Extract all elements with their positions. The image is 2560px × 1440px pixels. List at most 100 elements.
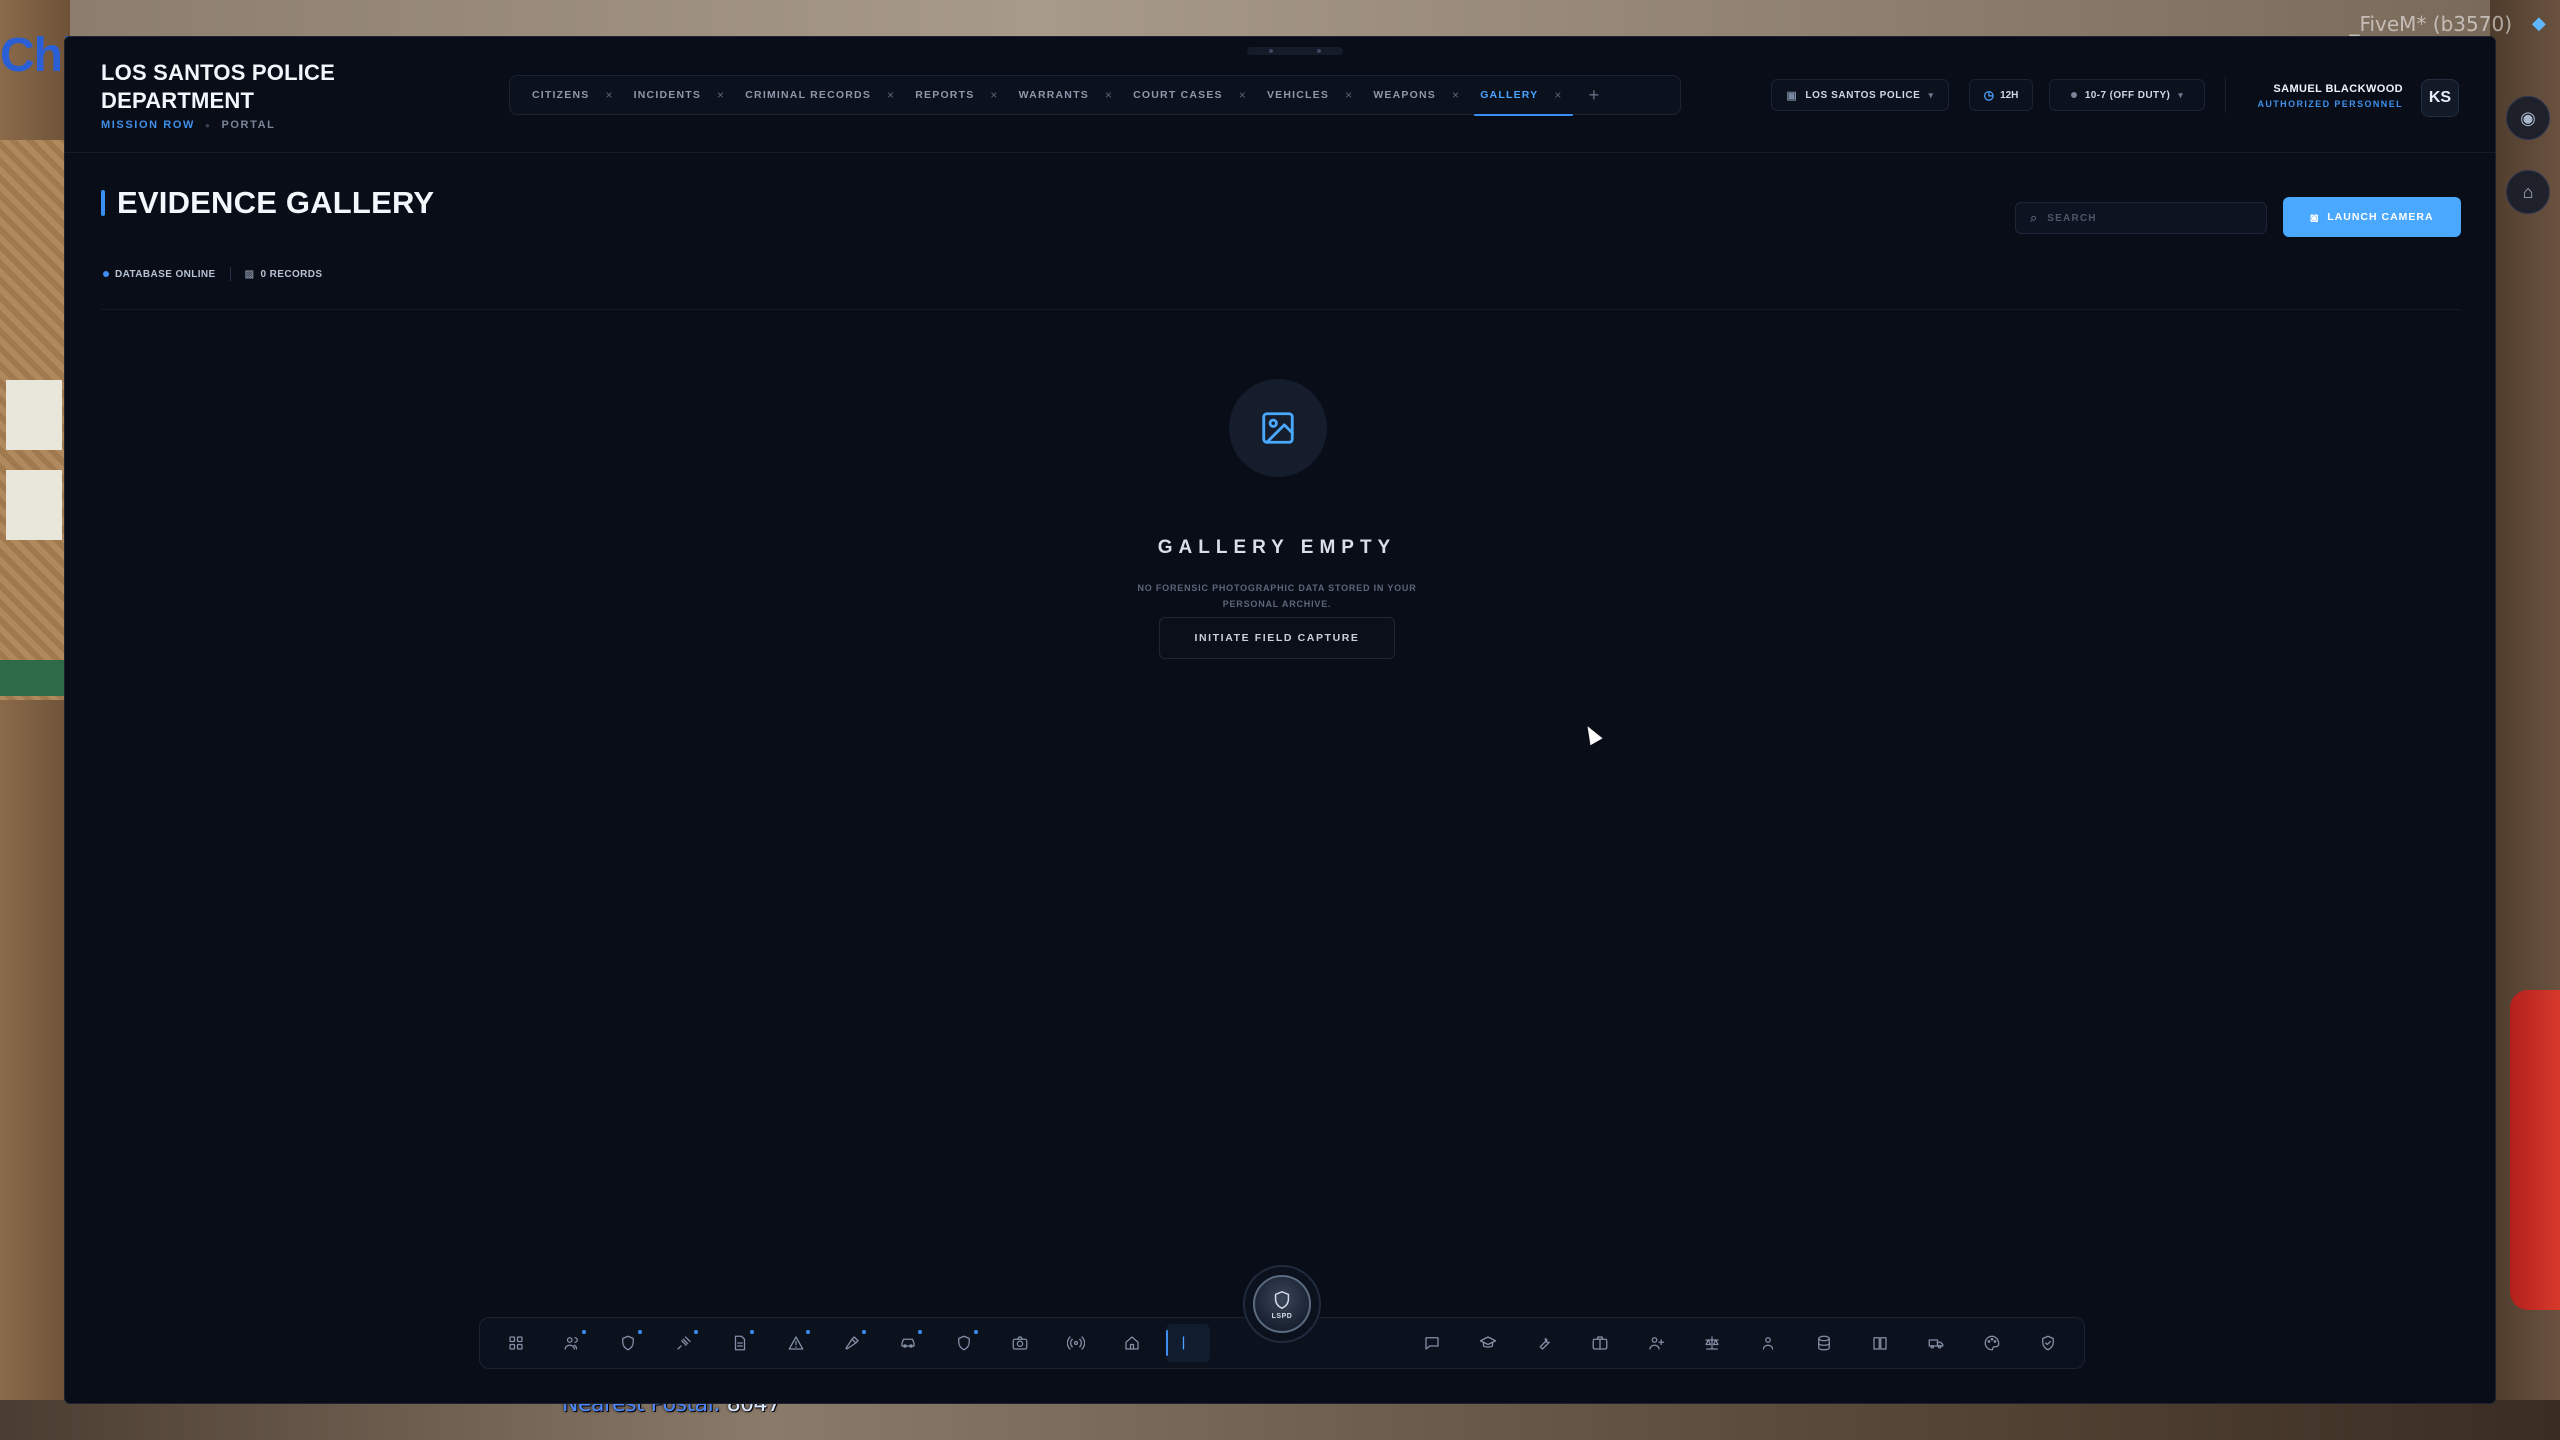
background-paper (6, 470, 62, 540)
close-icon[interactable]: × (1345, 88, 1353, 102)
notification-dot (974, 1330, 978, 1334)
dock-group-button[interactable] (1746, 1324, 1790, 1362)
group-icon (1762, 1337, 1774, 1350)
dock-scales-button[interactable] (1690, 1324, 1734, 1362)
truck-icon (1928, 1339, 1944, 1349)
eagle-icon (1274, 1290, 1290, 1309)
tab-gallery[interactable]: GALLERY × (1472, 75, 1574, 116)
image-icon (1262, 412, 1294, 444)
mdt-window: LOS SANTOS POLICE DEPARTMENT MISSION ROW… (64, 36, 2496, 1404)
clock-format-toggle[interactable]: ◷ 12H (1969, 79, 2033, 111)
shield-icon (622, 1335, 634, 1351)
camera-icon (1012, 1336, 1028, 1350)
car-icon (901, 1338, 915, 1348)
dock-gavel-button[interactable] (662, 1324, 706, 1362)
dock-hammer-button[interactable] (830, 1324, 874, 1362)
badge-text: LSPD (1271, 1312, 1293, 1320)
add-tab-icon[interactable]: + (1589, 85, 1600, 106)
gavel-icon (677, 1336, 691, 1350)
launch-camera-button[interactable]: ◙ LAUNCH CAMERA (2283, 197, 2461, 237)
search-icon: ⌕ (2030, 210, 2038, 225)
dock-database-button[interactable] (1802, 1324, 1846, 1362)
database-status-label: DATABASE ONLINE (115, 268, 216, 280)
badge-emblem: LSPD (1253, 1275, 1311, 1333)
dock-warning-button[interactable] (774, 1324, 818, 1362)
dock-users-button[interactable] (550, 1324, 594, 1362)
tab-weapons[interactable]: WEAPONS × (1365, 75, 1472, 115)
close-icon[interactable]: × (717, 88, 725, 102)
close-icon[interactable]: × (887, 88, 895, 102)
camera-side-icon[interactable]: ◉ (2506, 96, 2550, 140)
duty-status-dot (2070, 92, 2077, 98)
scales-icon (1705, 1336, 1719, 1350)
search-input[interactable] (2047, 212, 2238, 224)
briefcase-icon (1592, 1336, 1608, 1350)
chevron-down-icon: ▾ (1928, 89, 1934, 100)
dock-user-plus-button[interactable] (1634, 1324, 1678, 1362)
dock-book-button[interactable] (1858, 1324, 1902, 1362)
dock-chat-button[interactable] (1410, 1324, 1454, 1362)
status-dot (103, 270, 109, 277)
duty-status-selector[interactable]: 10-7 (OFF DUTY) ▾ (2049, 79, 2205, 111)
tab-warrants[interactable]: WARRANTS × (1011, 75, 1125, 115)
radio-icon (1067, 1336, 1085, 1350)
dock-right-group (1410, 1324, 2070, 1362)
duty-status-label: 10-7 (OFF DUTY) (2084, 89, 2171, 101)
warning-icon (788, 1336, 804, 1350)
client-build-label: _FiveM* (b3570) (2349, 12, 2512, 36)
lspd-badge[interactable]: LSPD (1243, 1265, 1321, 1343)
tab-reports[interactable]: REPORTS × (907, 75, 1010, 115)
initiate-field-capture-button[interactable]: INITIATE FIELD CAPTURE (1159, 617, 1395, 659)
dock-shield-button[interactable] (606, 1324, 650, 1362)
users-icon (564, 1337, 578, 1350)
close-icon[interactable]: × (605, 88, 613, 102)
dock-car-button[interactable] (886, 1324, 930, 1362)
tab-incidents[interactable]: INCIDENTS × (626, 75, 738, 115)
tab-label: GALLERY (1480, 89, 1539, 101)
tab-vehicles[interactable]: VEHICLES × (1259, 75, 1365, 115)
dock-radio-button[interactable] (1054, 1324, 1098, 1362)
tab-court-cases[interactable]: COURT CASES × (1125, 75, 1259, 115)
tab-label: REPORTS (915, 89, 975, 101)
dock-left-group (494, 1324, 1210, 1362)
agency-label: LOS SANTOS POLICE (1805, 89, 1921, 101)
title-accent-bar (101, 190, 105, 216)
close-icon[interactable]: × (990, 88, 998, 102)
dock-shield-check-button[interactable] (2026, 1324, 2070, 1362)
tab-citizens[interactable]: CITIZENS × (524, 75, 626, 115)
user-role: AUTHORIZED PERSONNEL (2257, 99, 2403, 109)
avatar[interactable]: KS (2421, 79, 2459, 117)
agency-selector[interactable]: ▣ LOS SANTOS POLICE ▾ (1771, 79, 1949, 111)
close-icon[interactable]: × (1554, 88, 1562, 102)
header-divider (2225, 77, 2226, 113)
background-paper (6, 380, 62, 450)
chevron-down-icon: ▾ (2178, 89, 2184, 100)
close-icon[interactable]: × (1452, 88, 1460, 102)
dock-graduation-cap-button[interactable] (1466, 1324, 1510, 1362)
dock-badge-shield-button[interactable] (942, 1324, 986, 1362)
dock-palette-button[interactable] (1970, 1324, 2014, 1362)
dock-briefcase-button[interactable] (1578, 1324, 1622, 1362)
dock-truck-button[interactable] (1914, 1324, 1958, 1362)
dock-document-button[interactable] (718, 1324, 762, 1362)
background-ceiling (70, 0, 2490, 40)
tab-label: INCIDENTS (633, 89, 702, 101)
dock-camera-button[interactable] (998, 1324, 1042, 1362)
document-icon (734, 1335, 746, 1351)
dock-gallery-button[interactable] (1166, 1324, 1210, 1362)
mdt-header: LOS SANTOS POLICE DEPARTMENT MISSION ROW… (65, 37, 2495, 153)
tab-criminal-records[interactable]: CRIMINAL RECORDS × (737, 75, 907, 115)
user-plus-icon (1649, 1337, 1665, 1350)
tab-label: COURT CASES (1133, 89, 1223, 101)
breadcrumb-location[interactable]: MISSION ROW (101, 119, 195, 131)
bank-side-icon[interactable]: ⌂ (2506, 170, 2550, 214)
hammer-icon (845, 1336, 859, 1350)
search-field[interactable]: ⌕ (2015, 202, 2267, 234)
gem-icon: ◆ (2532, 13, 2546, 33)
dock-dashboard-button[interactable] (494, 1324, 538, 1362)
image-icon: ▨ (244, 268, 255, 280)
dock-wrench-button[interactable] (1522, 1324, 1566, 1362)
close-icon[interactable]: × (1105, 88, 1113, 102)
dock-home-button[interactable] (1110, 1324, 1154, 1362)
close-icon[interactable]: × (1239, 88, 1247, 102)
